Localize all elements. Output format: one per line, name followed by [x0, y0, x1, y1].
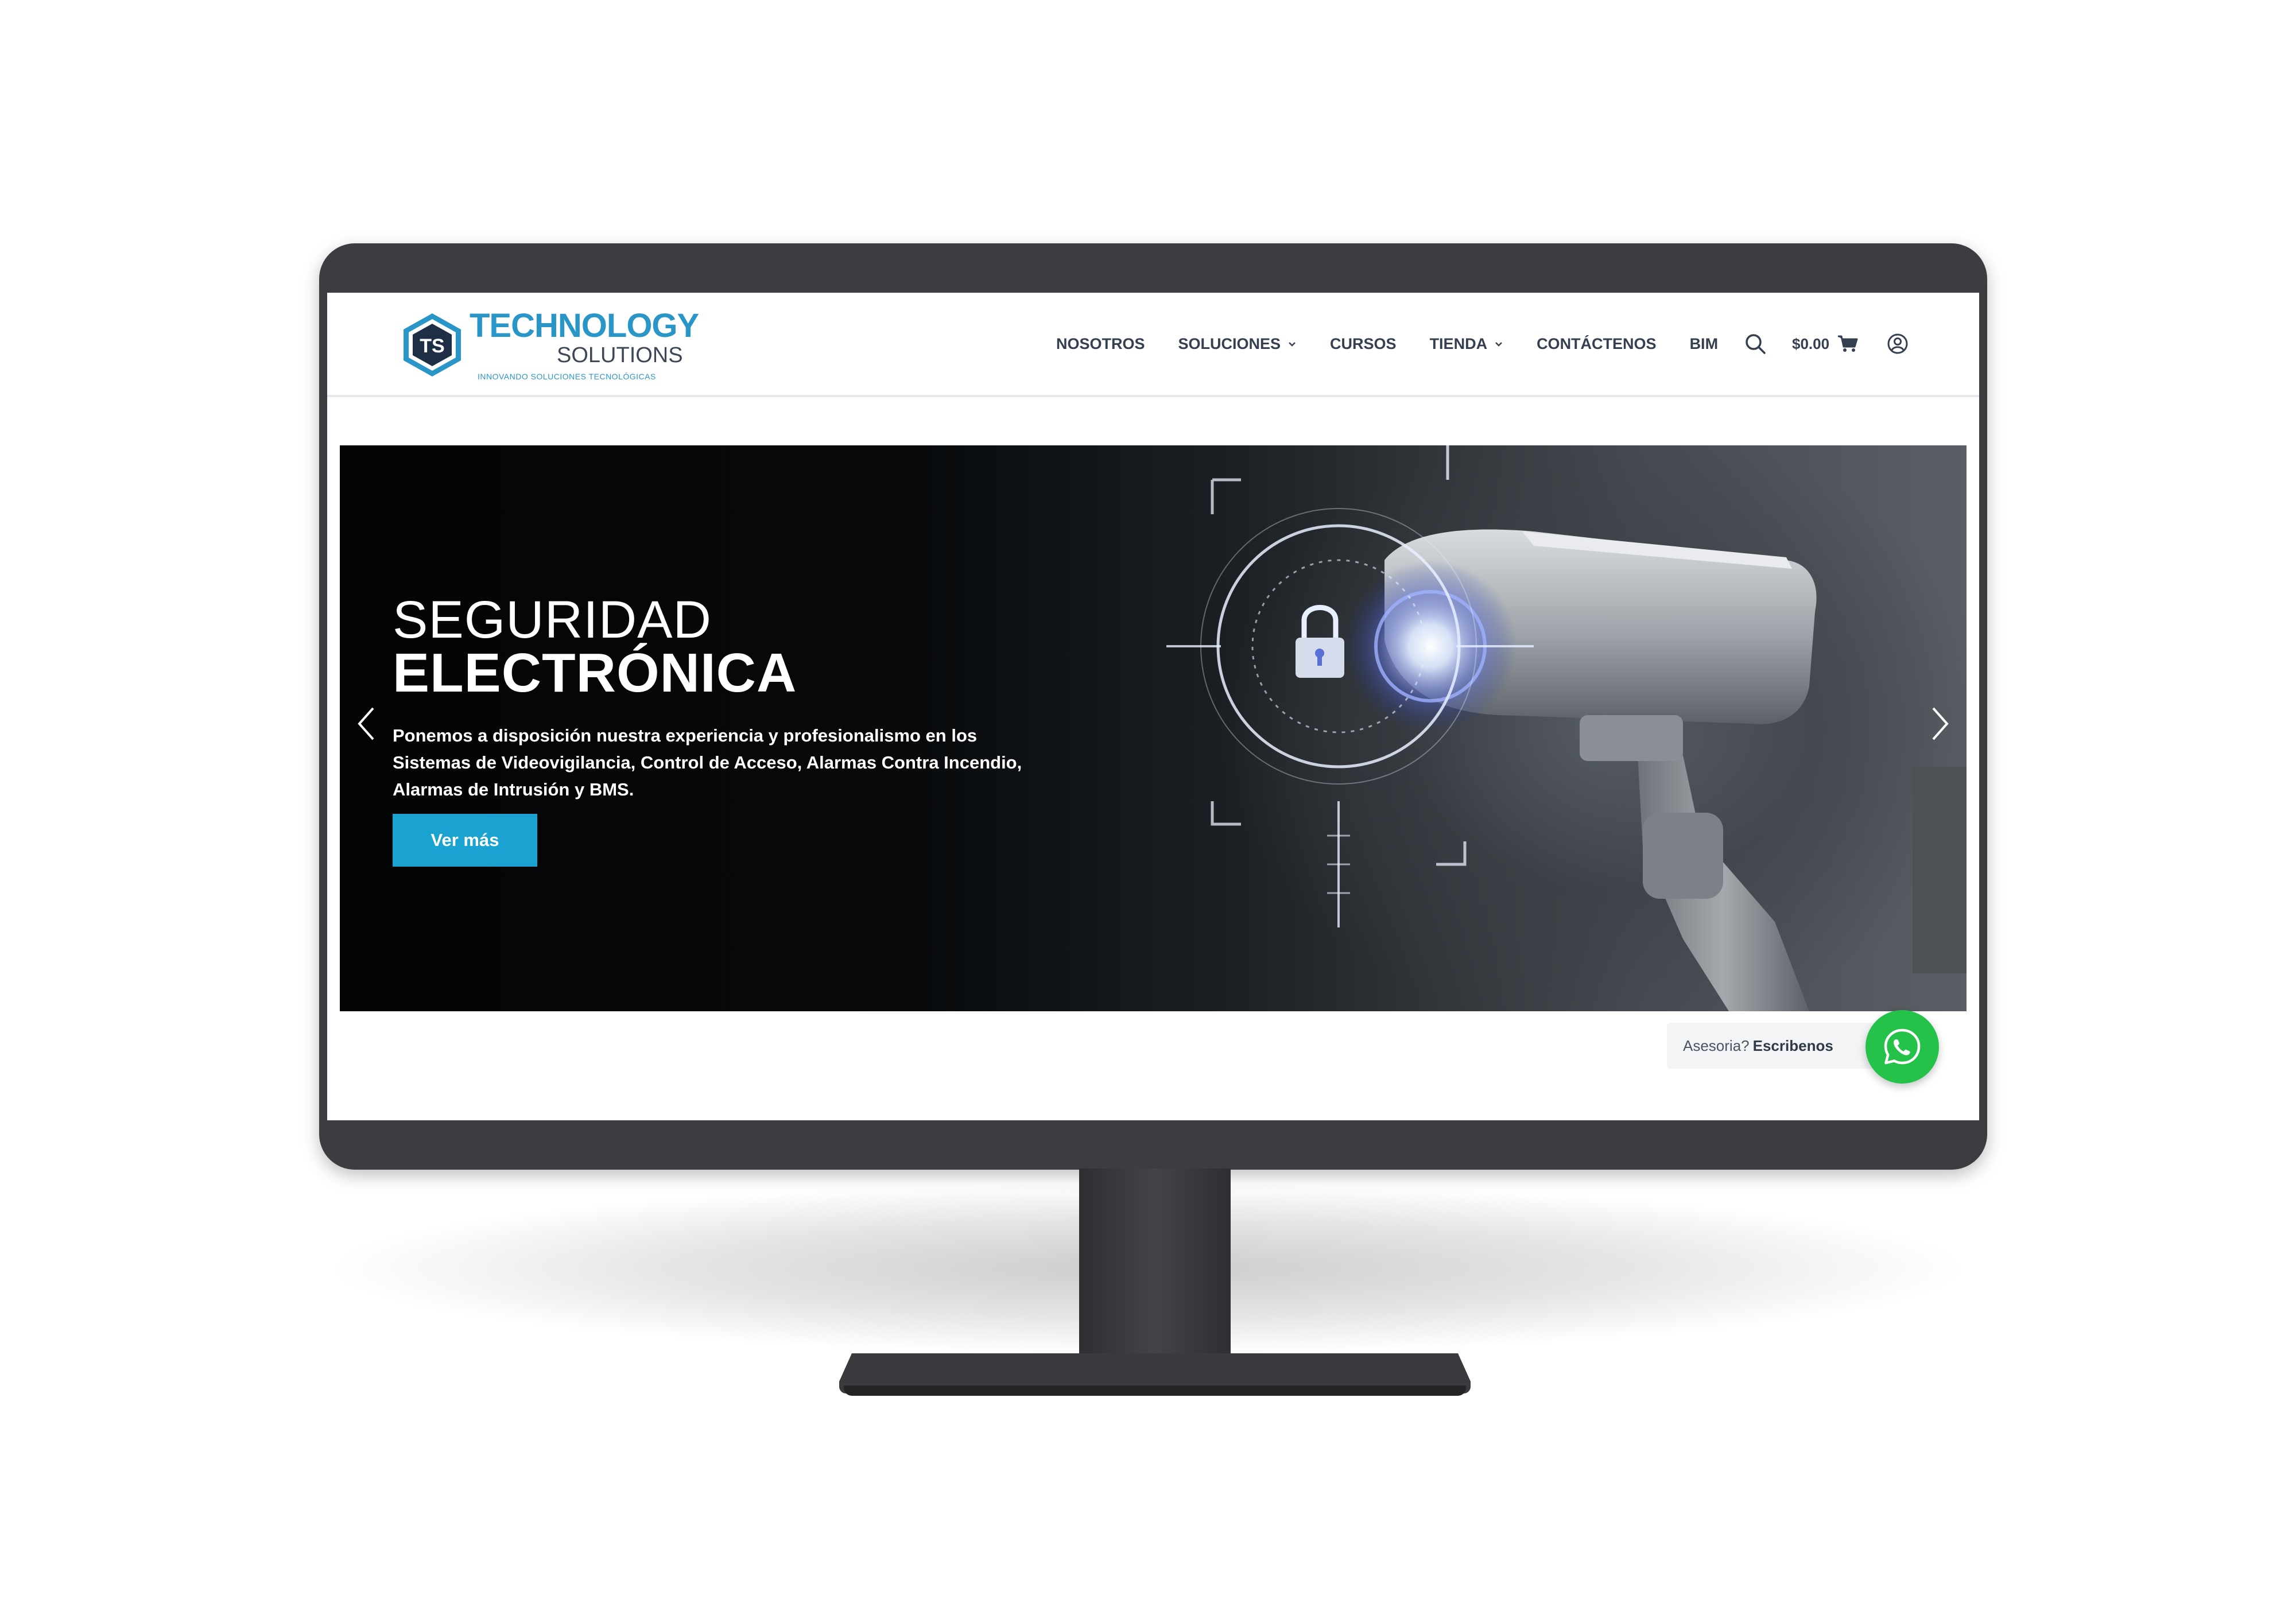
- cart-total: $0.00: [1792, 335, 1830, 352]
- whatsapp-icon: [1884, 1028, 1921, 1065]
- header-tools: $0.00: [1744, 293, 1909, 395]
- site-logo[interactable]: TS TECHNOLOGY SOLUTIONS INNOVANDO SOLUCI…: [402, 304, 699, 385]
- logo-hexagon-icon: TS: [404, 313, 461, 376]
- slider-next-arrow-icon[interactable]: [1927, 704, 1953, 744]
- nav-item-label: SOLUCIONES: [1178, 335, 1281, 352]
- chevron-down-icon: [1289, 342, 1296, 347]
- nav-item-label: TIENDA: [1429, 335, 1488, 352]
- whatsapp-label[interactable]: Asesoria? Escribenos: [1667, 1023, 1876, 1069]
- monitor-stand-neck: [1079, 1169, 1231, 1368]
- slider-prev-arrow-icon[interactable]: [354, 704, 379, 744]
- nav-item-bim[interactable]: BIM: [1690, 335, 1719, 353]
- ver-mas-button[interactable]: Ver más: [393, 814, 537, 867]
- whatsapp-label-prefix: Asesoria?: [1683, 1037, 1750, 1054]
- whatsapp-button[interactable]: [1865, 1010, 1939, 1084]
- nav-item-label: NOSOTROS: [1056, 335, 1145, 352]
- monitor-stand-base-edge: [844, 1385, 1466, 1396]
- monitor-screen: TS TECHNOLOGY SOLUTIONS INNOVANDO SOLUCI…: [327, 293, 1979, 1120]
- nav-item-label: CURSOS: [1330, 335, 1397, 352]
- logo-subtitle: SOLUTIONS: [557, 343, 683, 367]
- nav-item-label: BIM: [1689, 335, 1719, 352]
- nav-item-tienda[interactable]: TIENDA: [1430, 335, 1504, 353]
- search-icon[interactable]: [1744, 332, 1767, 355]
- cart-button[interactable]: $0.00: [1792, 335, 1858, 353]
- site-header: TS TECHNOLOGY SOLUTIONS INNOVANDO SOLUCI…: [327, 293, 1979, 397]
- logo-tagline: INNOVANDO SOLUCIONES TECNOLÓGICAS: [478, 372, 656, 381]
- hero-title-line2: ELECTRÓNICA: [393, 642, 797, 704]
- nav-item-contactenos[interactable]: CONTÁCTENOS: [1537, 335, 1657, 353]
- nav-item-label: CONTÁCTENOS: [1537, 335, 1657, 352]
- main-nav: NOSOTROS SOLUCIONES CURSOS TIENDA CONTÁC…: [1056, 293, 1751, 395]
- whatsapp-label-action: Escribenos: [1752, 1037, 1833, 1054]
- chevron-down-icon: [1495, 342, 1502, 347]
- nav-item-soluciones[interactable]: SOLUCIONES: [1178, 335, 1297, 353]
- hero-description: Ponemos a disposición nuestra experienci…: [393, 725, 1022, 799]
- svg-text:TS: TS: [420, 335, 444, 357]
- account-icon[interactable]: [1887, 333, 1909, 355]
- hero-slider: SEGURIDAD ELECTRÓNICA Ponemos a disposic…: [340, 445, 1967, 1011]
- nav-item-cursos[interactable]: CURSOS: [1330, 335, 1397, 353]
- cart-icon: [1838, 335, 1858, 352]
- logo-title: TECHNOLOGY: [470, 307, 699, 344]
- nav-item-nosotros[interactable]: NOSOTROS: [1056, 335, 1145, 353]
- security-camera-illustration: [1166, 445, 1967, 1011]
